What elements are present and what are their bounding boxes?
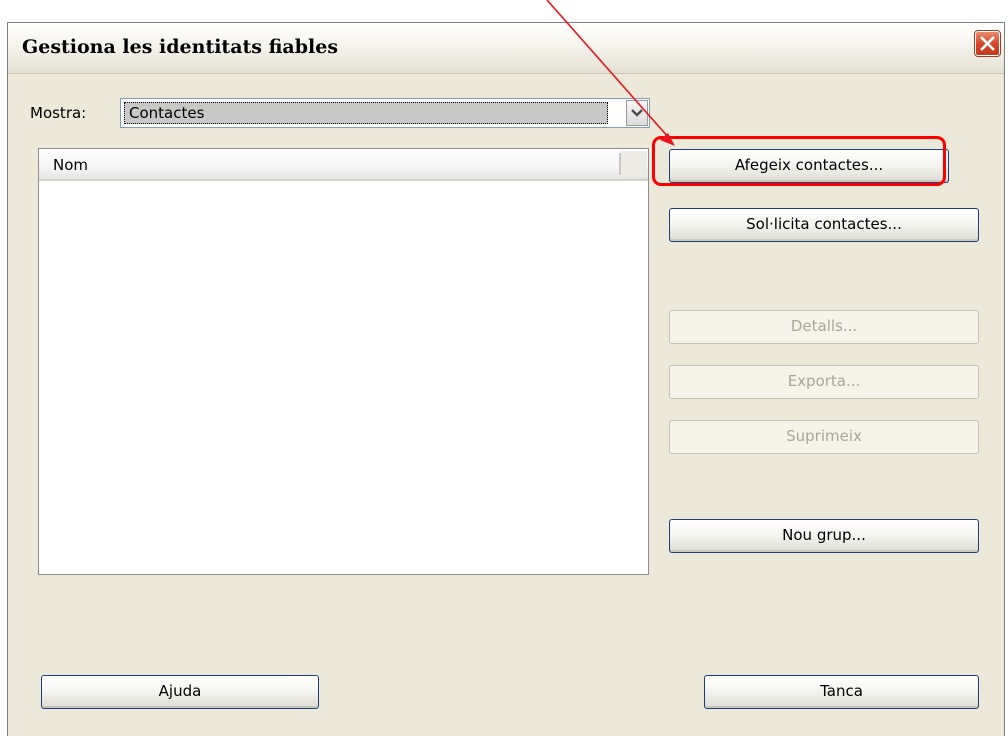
identities-list[interactable]: Nom	[38, 148, 649, 575]
close-button[interactable]: Tanca	[704, 675, 979, 709]
filter-dropdown[interactable]: Contactes	[120, 98, 650, 128]
request-contacts-button[interactable]: Sol·licita contactes...	[669, 208, 979, 242]
column-header-filler	[621, 151, 647, 177]
manage-trusted-identities-dialog: Gestiona les identitats fiables Mostra: …	[7, 22, 1005, 736]
window-title: Gestiona les identitats fiables	[22, 36, 339, 58]
delete-button[interactable]: Suprimeix	[669, 420, 979, 454]
annotation-highlight-box	[652, 136, 946, 186]
export-button[interactable]: Exporta...	[669, 365, 979, 399]
details-button[interactable]: Detalls...	[669, 310, 979, 344]
filter-label: Mostra:	[30, 104, 87, 122]
new-group-button[interactable]: Nou grup...	[669, 519, 979, 553]
close-icon[interactable]	[974, 30, 1001, 57]
list-header: Nom	[39, 149, 648, 181]
column-header-name[interactable]: Nom	[53, 156, 88, 174]
chevron-down-icon[interactable]	[626, 100, 648, 126]
filter-dropdown-value: Contactes	[124, 102, 608, 124]
help-button[interactable]: Ajuda	[41, 675, 319, 709]
title-bar[interactable]: Gestiona les identitats fiables	[8, 23, 1004, 74]
